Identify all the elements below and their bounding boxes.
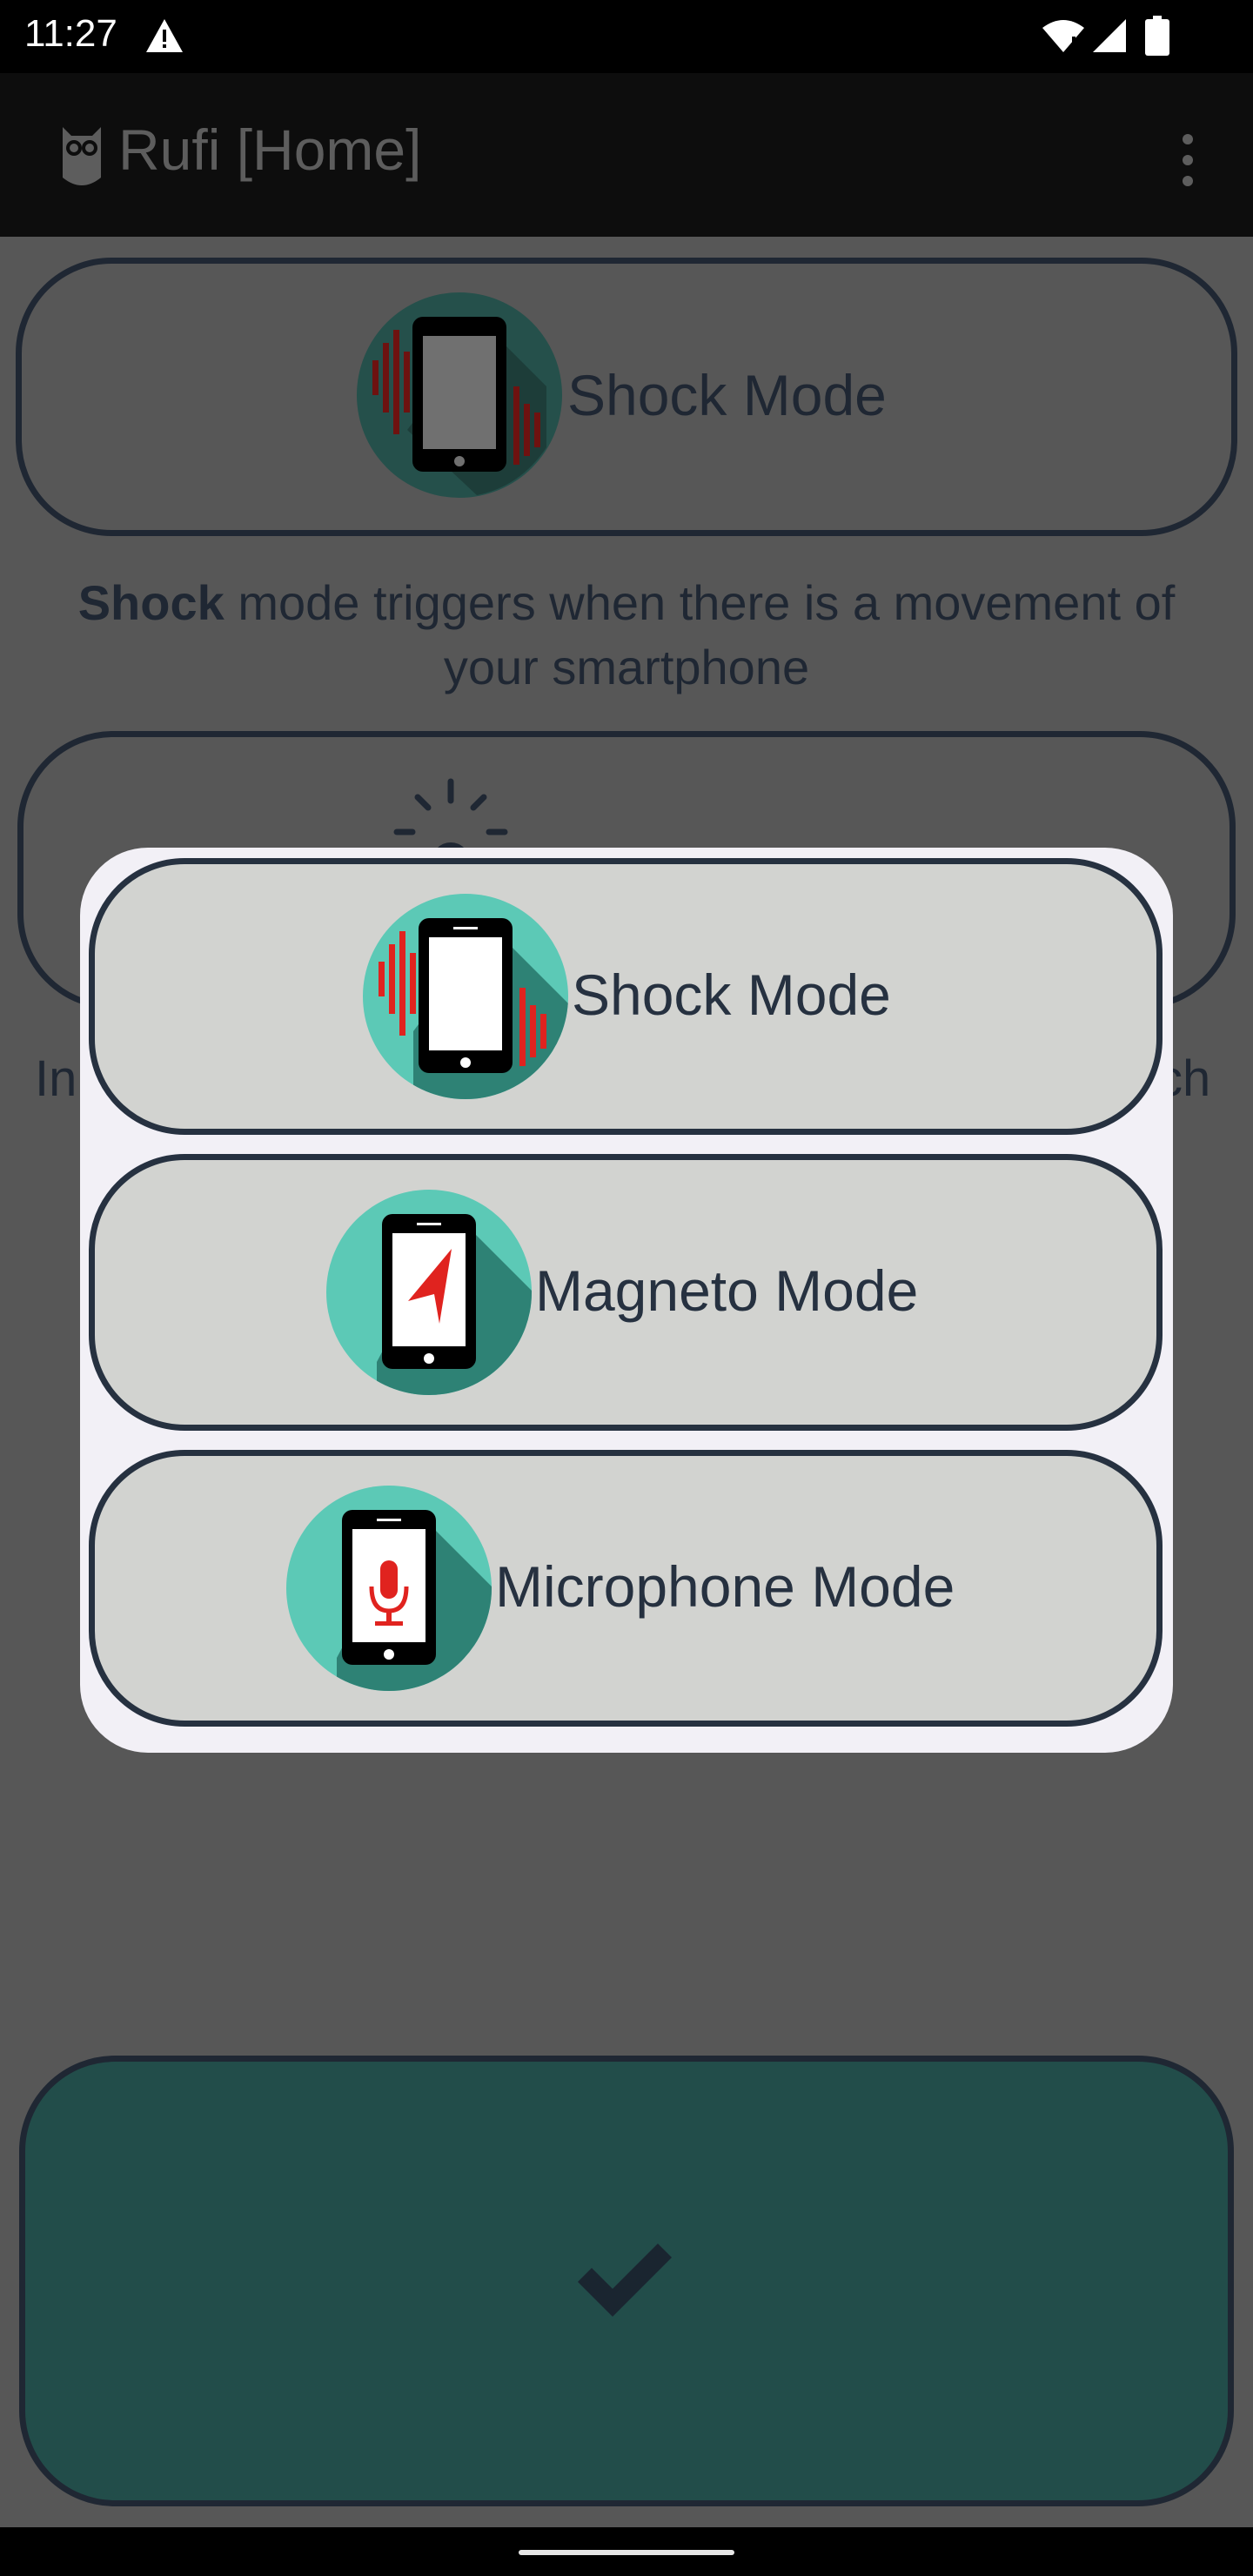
status-time: 11:27 bbox=[24, 12, 117, 55]
owl-logo-icon bbox=[63, 127, 101, 185]
phone-vibration-icon bbox=[357, 292, 562, 498]
wifi-icon bbox=[1042, 20, 1084, 52]
shock-mode-label: Shock Mode bbox=[572, 963, 891, 1027]
microphone-mode-option[interactable]: Microphone Mode bbox=[89, 1450, 1163, 1727]
phone-compass-icon bbox=[326, 1190, 532, 1395]
overflow-menu-icon[interactable] bbox=[1173, 127, 1203, 197]
home-gesture-handle[interactable] bbox=[519, 2550, 734, 2555]
background-shock-mode-label: Shock Mode bbox=[567, 363, 887, 427]
shock-desc-rest: mode triggers when there is a movement o… bbox=[224, 575, 1176, 694]
battery-icon bbox=[1145, 16, 1169, 56]
app-title: Rufi [Home] bbox=[118, 117, 422, 182]
mode-selection-dialog: Shock Mode Magneto Mode Microphone Mode bbox=[80, 848, 1173, 1753]
warning-icon bbox=[146, 19, 183, 52]
light-desc-fragment-left: In bbox=[35, 1050, 77, 1107]
magneto-mode-label: Magneto Mode bbox=[535, 1258, 919, 1323]
magneto-mode-option[interactable]: Magneto Mode bbox=[89, 1154, 1163, 1431]
checkmark-icon bbox=[578, 2244, 672, 2317]
shock-mode-option[interactable]: Shock Mode bbox=[89, 858, 1163, 1135]
phone-microphone-icon bbox=[286, 1486, 492, 1691]
cell-signal-icon bbox=[1093, 19, 1126, 52]
phone-vibration-icon bbox=[363, 894, 568, 1099]
status-bar: 11:27 bbox=[0, 0, 1253, 73]
shock-desc-bold: Shock bbox=[77, 575, 224, 630]
microphone-mode-label: Microphone Mode bbox=[495, 1554, 955, 1619]
app-bar: Rufi [Home] bbox=[0, 73, 1253, 237]
navigation-bar bbox=[0, 2527, 1253, 2576]
shock-mode-description: Shock mode triggers when there is a move… bbox=[26, 571, 1227, 700]
